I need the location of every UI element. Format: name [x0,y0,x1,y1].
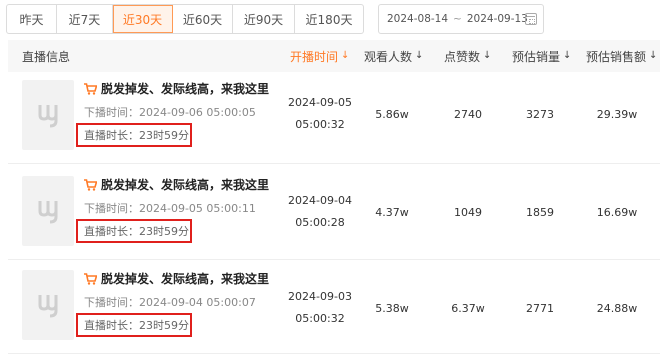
tab-yesterday[interactable]: 昨天 [7,5,57,33]
date-end: 2024-09-13 [466,13,528,25]
header-start-time[interactable]: 开播时间 ↓ [290,40,349,72]
viewers-value: 5.38w [375,302,409,315]
est-amount-value: 16.69w [596,206,638,219]
likes-value: 2740 [454,108,482,121]
live-thumbnail[interactable] [22,80,74,150]
header-viewers[interactable]: 观看人数 ↓ [364,40,423,72]
brand-logo-icon [38,201,58,224]
est-sales-value: 1859 [526,206,554,219]
table-row[interactable]: 脱发掉发、发际线高，来我这里 下播时间：2024-09-04 05:00:07 … [8,262,660,354]
live-time: 05:00:32 [295,118,345,131]
table-row[interactable]: 脱发掉发、发际线高，来我这里 下播时间：2024-09-05 05:00:11 … [8,168,660,260]
viewers-value: 5.86w [375,108,409,121]
cart-icon [84,178,97,191]
sort-down-icon: ↓ [341,50,350,61]
live-time: 05:00:32 [295,312,345,325]
tab-7-days[interactable]: 近7天 [57,5,113,33]
header-est-amount[interactable]: 预估销售额 ↓ [586,40,657,72]
cart-icon [84,272,97,285]
header-live-info: 直播信息 [22,49,71,64]
live-time: 05:00:28 [295,216,345,229]
header-likes[interactable]: 点赞数 ↓ [444,40,491,72]
est-amount-value: 24.88w [596,302,638,315]
viewers-value: 4.37w [375,206,409,219]
live-start-cell: 2024-09-05 05:00:32 [284,92,356,136]
live-start-cell: 2024-09-03 05:00:32 [284,286,356,330]
live-duration: 直播时长：23时59分 [76,123,192,147]
est-amount-value: 29.39w [596,108,638,121]
live-date: 2024-09-04 [288,194,352,207]
live-date: 2024-09-03 [288,290,352,303]
end-time: 下播时间：2024-09-05 05:00:11 [84,202,256,215]
header-est-sales[interactable]: 预估销量 ↓ [512,40,571,72]
sort-down-icon: ↓ [563,50,572,61]
brand-logo-icon [38,105,58,128]
live-title[interactable]: 脱发掉发、发际线高，来我这里 [84,270,269,287]
live-title[interactable]: 脱发掉发、发际线高，来我这里 [84,176,269,193]
date-separator: ~ [453,13,462,25]
est-sales-value: 3273 [526,108,554,121]
sort-down-icon: ↓ [649,50,658,61]
table-row[interactable]: 脱发掉发、发际线高，来我这里 下播时间：2024-09-06 05:00:05 … [8,72,660,164]
table-header: 直播信息 开播时间 ↓ 观看人数 ↓ 点赞数 ↓ 预估销量 ↓ 预估销售额 ↓ [8,40,660,72]
live-thumbnail[interactable] [22,270,74,340]
live-duration: 直播时长：23时59分 [76,313,192,337]
date-range-picker[interactable]: 2024-08-14 ~ 2024-09-13 [378,4,544,34]
tab-30-days[interactable]: 近30天 [113,5,173,33]
live-duration: 直播时长：23时59分 [76,219,192,243]
tab-60-days[interactable]: 近60天 [173,5,233,33]
live-start-cell: 2024-09-04 05:00:28 [284,190,356,234]
sort-down-icon: ↓ [415,50,424,61]
end-time: 下播时间：2024-09-06 05:00:05 [84,106,256,119]
tab-180-days[interactable]: 近180天 [295,5,363,33]
cart-icon [84,82,97,95]
time-range-tabs: 昨天 近7天 近30天 近60天 近90天 近180天 [6,4,364,34]
calendar-icon[interactable] [525,13,537,25]
likes-value: 6.37w [451,302,485,315]
brand-logo-icon [38,295,58,318]
likes-value: 1049 [454,206,482,219]
end-time: 下播时间：2024-09-04 05:00:07 [84,296,256,309]
tab-90-days[interactable]: 近90天 [233,5,295,33]
est-sales-value: 2771 [526,302,554,315]
live-title[interactable]: 脱发掉发、发际线高，来我这里 [84,80,269,97]
live-date: 2024-09-05 [288,96,352,109]
date-start: 2024-08-14 [387,13,449,25]
live-thumbnail[interactable] [22,176,74,246]
sort-down-icon: ↓ [483,50,492,61]
